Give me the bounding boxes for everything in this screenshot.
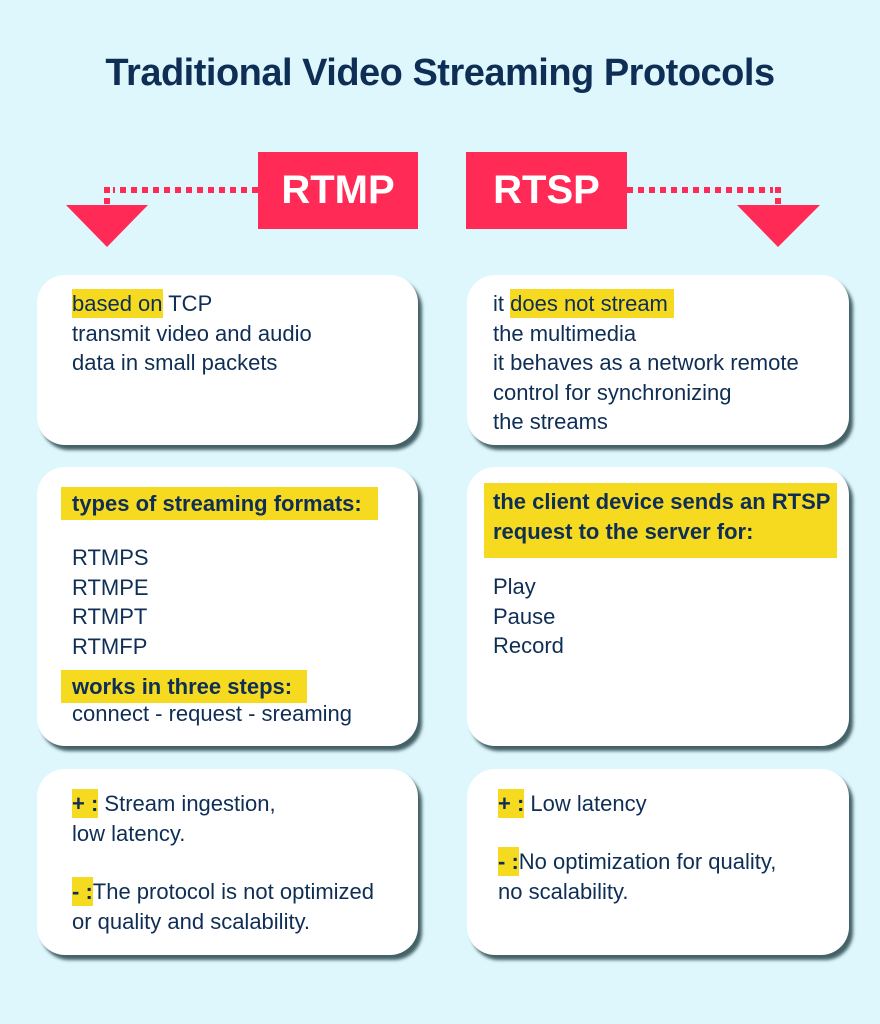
rtsp-behavior-text: it does not stream the multimedia it beh… [493,289,799,437]
rtsp-actions-list: Play Pause Record [493,572,564,661]
rtmp-line-2: transmit video and audio [72,320,312,346]
rtmp-pros: + : Stream ingestion, low latency. [72,789,276,848]
rtsp-pro-text: Low latency [524,791,647,816]
rtmp-connector [66,187,258,247]
rtsp-requests-card: the client device sends an RTSP request … [467,467,849,746]
rtsp-action-item: Record [493,633,564,658]
rtmp-pro-line-2: low latency. [72,820,186,846]
rtmp-pro-text: Stream ingestion, [98,791,276,816]
rtsp-behavior-card: it does not stream the multimedia it beh… [467,275,849,445]
rtmp-highlight-based-on: based on [72,289,163,318]
rtmp-pros-cons-card: + : Stream ingestion, low latency. - :Th… [37,769,418,955]
rtmp-label: RTMP [258,152,418,229]
rtmp-plus-badge: + : [72,789,99,818]
rtmp-format-item: RTMPS [72,545,149,570]
rtsp-action-item: Play [493,574,536,599]
rtsp-pro-line-1: + : Low latency [498,789,647,819]
rtmp-transport-card: based on TCP transmit video and audio da… [37,275,418,445]
rtmp-minus-badge: - : [72,877,93,906]
connector-arrows [66,187,820,247]
rtmp-format-item: RTMFP [72,633,148,659]
rtsp-cons: - :No optimization for quality, no scala… [498,847,776,906]
rtsp-line-3: it behaves as a network remote [493,350,799,375]
rtsp-minus-badge: - : [498,847,519,876]
rtmp-line-3: data in small packets [72,350,278,375]
rtsp-down-arrow-icon [737,205,820,247]
rtmp-cons: - :The protocol is not optimized or qual… [72,877,374,936]
rtmp-format-item: RTMPT [72,604,148,629]
rtsp-line-4: control for synchronizing [493,379,732,405]
rtsp-plus-badge: + : [498,789,525,818]
rtmp-formats-heading: types of streaming formats: [61,487,378,520]
rtmp-line-1-rest: TCP [162,291,213,316]
rtmp-formats-card: types of streaming formats: RTMPS RTMPE … [37,467,418,746]
rtsp-label: RTSP [466,152,627,229]
rtsp-requests-heading-line-2: request to the server for: [493,518,754,544]
rtsp-con-line-2: no scalability. [498,878,629,904]
rtsp-line-5: the streams [493,409,608,434]
rtsp-line-2: the multimedia [493,320,637,346]
rtmp-transport-text: based on TCP transmit video and audio da… [72,289,312,378]
rtmp-line-1: based on TCP [72,289,312,319]
rtmp-con-line-1: - :The protocol is not optimized [72,877,374,907]
rtmp-con-line-2: or quality and scalability. [72,908,311,934]
rtmp-pro-line-1: + : Stream ingestion, [72,789,276,819]
rtmp-con-text: The protocol is not optimized [92,879,375,904]
rtsp-pros: + : Low latency [498,789,647,819]
rtsp-connector [627,187,820,247]
rtmp-steps-text: connect - request - sreaming [72,701,353,726]
rtsp-line-1: it does not stream [493,289,799,319]
rtsp-line-1-pre: it [493,291,511,316]
rtsp-action-item: Pause [493,603,556,629]
rtsp-highlight-does-not-stream: does not stream [510,289,674,318]
page-title: Traditional Video Streaming Protocols [105,52,775,94]
rtmp-down-arrow-icon [66,205,148,247]
rtmp-format-item: RTMPE [72,574,149,600]
rtsp-requests-heading-line-1: the client device sends an RTSP [493,489,831,514]
rtsp-con-line-1: - :No optimization for quality, [498,847,776,877]
rtsp-pros-cons-card: + : Low latency - :No optimization for q… [467,769,849,955]
rtmp-formats-list: RTMPS RTMPE RTMPT RTMFP [72,543,149,661]
rtsp-requests-heading: the client device sends an RTSP request … [484,483,837,558]
rtsp-con-text: No optimization for quality, [518,849,777,874]
